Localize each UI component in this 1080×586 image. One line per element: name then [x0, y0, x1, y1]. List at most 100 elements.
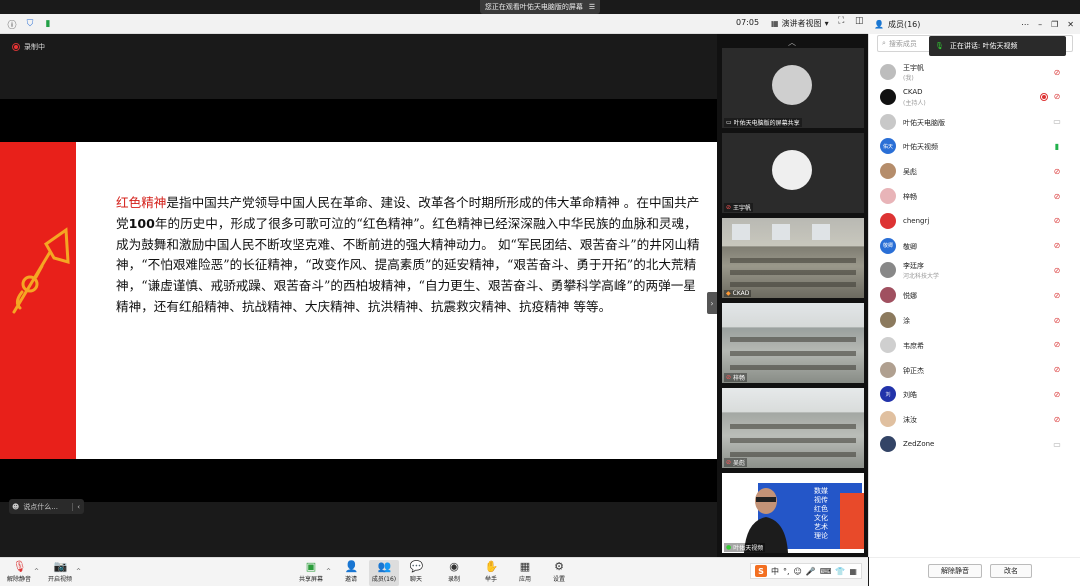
chat-button[interactable]: 💬 聊天: [401, 560, 431, 586]
mic-muted-icon[interactable]: ⊘: [1052, 191, 1062, 201]
mic-on-icon[interactable]: ▮: [1052, 141, 1062, 151]
mic-muted-icon[interactable]: ⊘: [1052, 290, 1062, 300]
member-name: 叶佑天视频: [903, 143, 938, 152]
share-screen-icon: ▣: [305, 560, 317, 573]
desk-row: [730, 351, 856, 356]
shared-slide: 红色精神是指中国共产党领导中国人民在革命、建设、改革各个时期所形成的伟大革命精神…: [0, 142, 717, 459]
mic-muted-icon: ⊘: [726, 374, 732, 381]
member-row[interactable]: 涂 ⊘: [869, 308, 1080, 332]
record-button[interactable]: ◉ 录制: [439, 560, 469, 586]
shield-icon[interactable]: ⛉: [24, 18, 36, 30]
mic-muted-icon: 🎙: [12, 560, 27, 573]
start-video-button[interactable]: 📷 开启视频: [45, 560, 75, 586]
avatar: 敬卿: [880, 237, 896, 254]
menu-icon[interactable]: ☰: [589, 3, 595, 11]
member-name: 梓畅: [903, 193, 917, 201]
signal-icon[interactable]: ▮: [42, 18, 54, 30]
member-row[interactable]: 王宇帆 (我) ⊘: [869, 60, 1080, 84]
video-tile[interactable]: ⊘ 王宇帆: [722, 133, 864, 213]
grid-icon: ▦: [771, 19, 779, 28]
raise-hand-button[interactable]: ✋ 举手: [476, 560, 506, 586]
speaking-indicator: 🎙 正在讲话: 叶佑天视频: [929, 36, 1066, 56]
collapse-thumbs-button[interactable]: ›: [707, 292, 717, 314]
chat-icon: ☻: [12, 502, 20, 511]
collapse-panel-icon[interactable]: ◫: [855, 16, 864, 26]
apps-button[interactable]: ▦ 应用: [510, 560, 540, 586]
slide-text-part2: 年的历史中，形成了很多可歌可泣的“红色精神”。红色精神已经深深融入中华民族的血脉…: [116, 215, 700, 314]
mic-muted-icon[interactable]: ⊘: [1052, 414, 1062, 424]
view-switch-button[interactable]: ▦ 演讲者视图 ▾: [771, 18, 829, 29]
tile-label: ▭ 叶佑天电脑版的屏幕共享: [724, 118, 802, 127]
video-tile[interactable]: ⊘ 梓畅: [722, 303, 864, 383]
mic-muted-icon[interactable]: ⊘: [1052, 241, 1062, 251]
member-subtitle: (主持人): [903, 99, 926, 107]
chat-input[interactable]: ☻ 说点什么... ‹: [9, 499, 84, 514]
chevron-up-icon[interactable]: ︿: [788, 37, 796, 48]
video-tile[interactable]: ◆ CKAD: [722, 218, 864, 298]
avatar: [880, 188, 896, 204]
unmute-all-button[interactable]: 解除静音: [928, 564, 982, 578]
view-label: 演讲者视图: [781, 19, 822, 28]
member-row[interactable]: 佑天 叶佑天视频 ▮: [869, 134, 1080, 158]
settings-label: 设置: [552, 576, 565, 583]
invite-button[interactable]: 👤 邀请: [336, 560, 366, 586]
member-row[interactable]: 钟正杰 ⊘: [869, 358, 1080, 382]
chevron-up-icon[interactable]: ^: [76, 568, 81, 575]
member-row[interactable]: 叶佑天电脑版 ▭: [869, 110, 1080, 134]
members-button[interactable]: 👥 成员(16): [369, 560, 399, 586]
chevron-up-icon[interactable]: ^: [34, 568, 39, 575]
screen-share-banner: 您正在观看叶佑天电脑版的屏幕 ☰: [480, 0, 600, 14]
member-subtitle: (我): [903, 75, 914, 82]
member-row[interactable]: chengrj ⊘: [869, 209, 1080, 233]
slide-highlight: 红色精神: [116, 195, 167, 210]
member-row[interactable]: 沫汝 ⊘: [869, 407, 1080, 431]
screen-icon[interactable]: ▭: [1052, 439, 1062, 449]
mic-muted-icon[interactable]: ⊘: [1052, 92, 1062, 102]
restore-icon[interactable]: ❐: [1051, 20, 1058, 29]
mic-muted-icon[interactable]: ⊘: [1052, 315, 1062, 325]
member-row[interactable]: 李廷序 河北科技大学 ⊘: [869, 258, 1080, 282]
member-name: 韦庶希: [903, 341, 924, 350]
share-screen-button[interactable]: ▣ 共享屏幕: [296, 560, 326, 586]
chevron-left-icon[interactable]: ‹: [72, 502, 84, 511]
apps-label: 应用: [518, 576, 531, 583]
member-row[interactable]: 吴彪 ⊘: [869, 159, 1080, 183]
info-icon[interactable]: ⓘ: [6, 18, 18, 31]
mic-muted-icon[interactable]: ⊘: [1052, 67, 1062, 77]
desk-row: [730, 424, 856, 429]
fullscreen-icon[interactable]: ⛶: [838, 16, 844, 26]
mic-muted-icon[interactable]: ⊘: [1052, 166, 1062, 176]
avatar: [772, 65, 812, 105]
mic-muted-icon[interactable]: ⊘: [1052, 340, 1062, 350]
mic-muted-icon[interactable]: ⊘: [1052, 365, 1062, 375]
input-method-bar[interactable]: S 中 °, ☺ 🎤 ⌨ 👕 ▦: [750, 563, 862, 579]
member-row[interactable]: CKAD (主持人) ⊘: [869, 85, 1080, 109]
chevron-up-icon[interactable]: ^: [326, 568, 331, 575]
desk-row: [730, 365, 856, 370]
member-subtitle: 河北科技大学: [903, 273, 940, 281]
video-tile[interactable]: 数媒 视传 红色 文化 艺术 理论 ● 叶佑天视频: [722, 473, 864, 553]
mic-muted-icon[interactable]: ⊘: [1052, 216, 1062, 226]
more-icon[interactable]: ⋯: [1021, 20, 1029, 29]
close-icon[interactable]: ✕: [1067, 20, 1074, 29]
unmute-button[interactable]: 🎙 解除静音: [4, 560, 34, 586]
member-row[interactable]: 敬卿 敬卿 ⊘: [869, 234, 1080, 258]
avatar: [880, 287, 896, 304]
invite-label: 邀请: [344, 576, 357, 583]
settings-button[interactable]: ⚙ 设置: [544, 560, 574, 586]
avatar: 佑天: [880, 138, 896, 155]
poster-accent: [840, 493, 864, 549]
video-tile[interactable]: ▭ 叶佑天电脑版的屏幕共享: [722, 48, 864, 128]
member-row[interactable]: 刘刘皓 ⊘: [869, 382, 1080, 406]
member-row[interactable]: ZedZone ▭: [869, 432, 1080, 456]
member-row[interactable]: 悦娜 ⊘: [869, 283, 1080, 307]
keyboard-icon: ⌨: [819, 566, 832, 576]
member-row[interactable]: 梓畅 ⊘: [869, 184, 1080, 208]
video-tile[interactable]: ⊘ 吴彪: [722, 388, 864, 468]
screen-icon[interactable]: ▭: [1052, 117, 1062, 127]
mic-muted-icon[interactable]: ⊘: [1052, 265, 1062, 275]
minimize-icon[interactable]: –: [1038, 20, 1042, 29]
mic-muted-icon[interactable]: ⊘: [1052, 389, 1062, 399]
member-row[interactable]: 韦庶希 ⊘: [869, 333, 1080, 357]
rename-button[interactable]: 改名: [990, 564, 1032, 578]
